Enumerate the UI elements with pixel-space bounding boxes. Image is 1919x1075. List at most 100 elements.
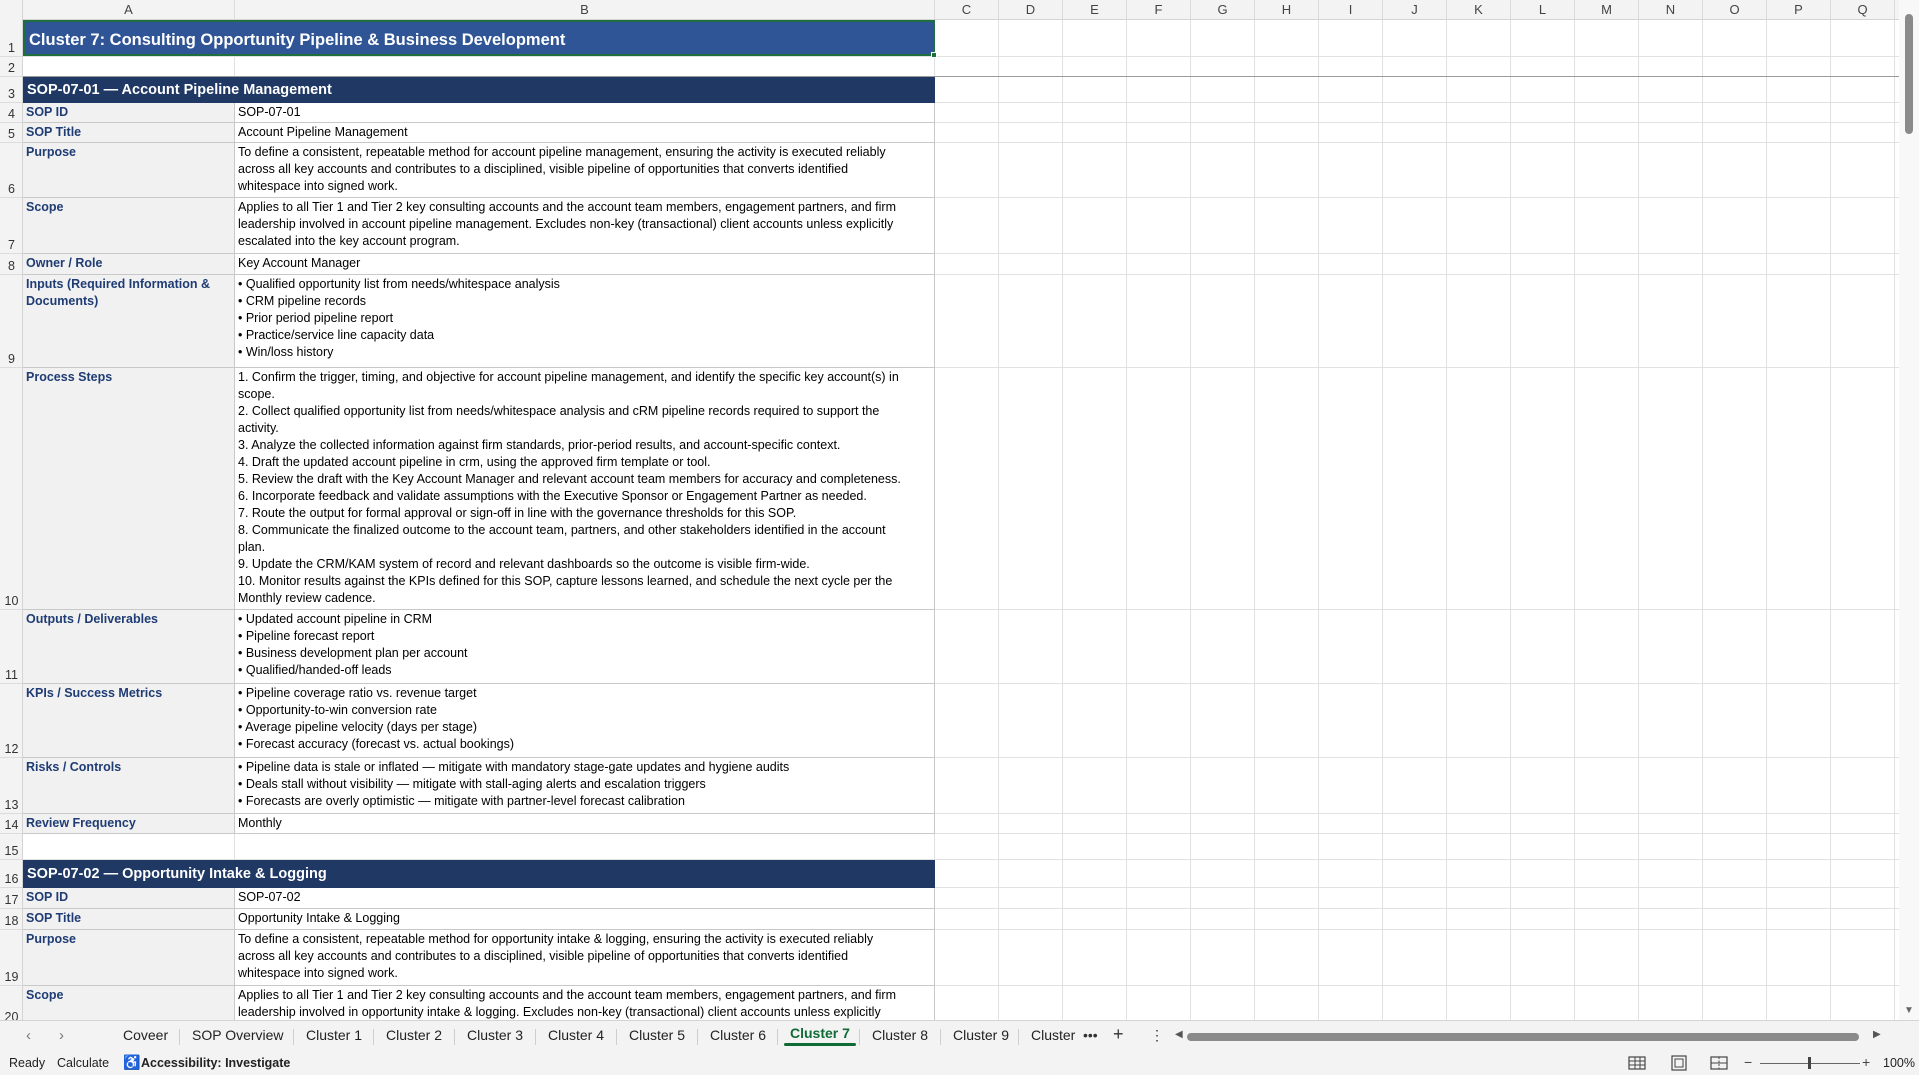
sheet-tab-cluster-3[interactable]: Cluster 3 xyxy=(467,1027,523,1043)
sop-section-header[interactable]: SOP-07-02 — Opportunity Intake & Logging xyxy=(23,860,935,888)
row-header-10[interactable]: 10 xyxy=(0,368,22,610)
sheet-tab-cluster-1[interactable]: Cluster 1 xyxy=(306,1027,362,1043)
sheet-tab-sop-overview[interactable]: SOP Overview xyxy=(192,1027,284,1043)
value-sop-title[interactable]: Opportunity Intake & Logging xyxy=(235,909,935,930)
row-header-6[interactable]: 6 xyxy=(0,143,22,198)
sop-section-header[interactable]: SOP-07-01 — Account Pipeline Management xyxy=(23,77,935,103)
vertical-scroll-thumb[interactable] xyxy=(1905,14,1913,134)
label-sop-id[interactable]: SOP ID xyxy=(23,888,235,909)
vertical-scrollbar[interactable]: ▼ xyxy=(1899,0,1919,1020)
sheet-options-icon[interactable]: ⋮ xyxy=(1150,1027,1164,1044)
status-calculate[interactable]: Calculate xyxy=(57,1056,109,1070)
row-header-20[interactable]: 20 xyxy=(0,986,22,1020)
label-scope[interactable]: Scope xyxy=(23,986,235,1020)
scroll-left-arrow-icon[interactable]: ◀ xyxy=(1175,1029,1183,1040)
value-kpis[interactable]: • Pipeline coverage ratio vs. revenue ta… xyxy=(235,684,935,758)
row-header-7[interactable]: 7 xyxy=(0,198,22,254)
column-header-j[interactable]: J xyxy=(1383,0,1447,20)
label-purpose[interactable]: Purpose xyxy=(23,930,235,986)
row-header-2[interactable]: 2 xyxy=(0,57,22,77)
label-process-steps[interactable]: Process Steps xyxy=(23,368,235,610)
column-header-e[interactable]: E xyxy=(1063,0,1127,20)
scroll-right-arrow-icon[interactable]: ▶ xyxy=(1873,1029,1881,1040)
row-header-18[interactable]: 18 xyxy=(0,909,22,930)
column-header-k[interactable]: K xyxy=(1447,0,1511,20)
column-header-i[interactable]: I xyxy=(1319,0,1383,20)
column-header-l[interactable]: L xyxy=(1511,0,1575,20)
column-header-o[interactable]: O xyxy=(1703,0,1767,20)
label-outputs[interactable]: Outputs / Deliverables xyxy=(23,610,235,684)
scroll-down-arrow-icon[interactable]: ▼ xyxy=(1904,1005,1914,1016)
zoom-out-icon[interactable]: − xyxy=(1744,1054,1752,1070)
row-header-8[interactable]: 8 xyxy=(0,254,22,275)
label-review-frequency[interactable]: Review Frequency xyxy=(23,814,235,834)
sheet-tab-cluster-7[interactable]: Cluster 7 xyxy=(784,1025,856,1046)
sheet-tab-cluster-4[interactable]: Cluster 4 xyxy=(548,1027,604,1043)
label-kpis[interactable]: KPIs / Success Metrics xyxy=(23,684,235,758)
row-header-16[interactable]: 16 xyxy=(0,860,22,888)
row-header-9[interactable]: 9 xyxy=(0,275,22,368)
select-all-corner[interactable] xyxy=(0,0,23,20)
value-risks[interactable]: • Pipeline data is stale or inflated — m… xyxy=(235,758,935,814)
value-inputs[interactable]: • Qualified opportunity list from needs/… xyxy=(235,275,935,368)
label-risks[interactable]: Risks / Controls xyxy=(23,758,235,814)
fill-handle[interactable] xyxy=(931,52,937,58)
horizontal-scrollbar[interactable]: ◀ ▶ xyxy=(1175,1029,1885,1044)
tab-prev-arrow-icon[interactable]: ‹ xyxy=(26,1027,31,1044)
normal-view-icon[interactable] xyxy=(1628,1055,1648,1071)
column-header-p[interactable]: P xyxy=(1767,0,1831,20)
horizontal-scroll-thumb[interactable] xyxy=(1187,1033,1859,1041)
sheet-tab-cluster-9[interactable]: Cluster 9 xyxy=(953,1027,1009,1043)
column-header-f[interactable]: F xyxy=(1127,0,1191,20)
value-scope[interactable]: Applies to all Tier 1 and Tier 2 key con… xyxy=(235,198,935,254)
status-accessibility[interactable]: Accessibility: Investigate xyxy=(141,1056,290,1070)
page-break-view-icon[interactable] xyxy=(1710,1055,1730,1071)
value-purpose[interactable]: To define a consistent, repeatable metho… xyxy=(235,143,935,198)
column-header-g[interactable]: G xyxy=(1191,0,1255,20)
zoom-slider[interactable] xyxy=(1760,1057,1860,1069)
sheet-title-cell[interactable]: Cluster 7: Consulting Opportunity Pipeli… xyxy=(23,20,935,56)
column-header-q[interactable]: Q xyxy=(1831,0,1895,20)
zoom-level[interactable]: 100% xyxy=(1883,1056,1915,1070)
label-purpose[interactable]: Purpose xyxy=(23,143,235,198)
row-header-12[interactable]: 12 xyxy=(0,684,22,758)
column-header-m[interactable]: M xyxy=(1575,0,1639,20)
label-owner[interactable]: Owner / Role xyxy=(23,254,235,275)
sheet-tab-cluster[interactable]: Cluster xyxy=(1031,1027,1075,1043)
accessibility-icon[interactable]: ♿ xyxy=(123,1054,140,1071)
row-header-1[interactable]: 1 xyxy=(0,20,22,57)
worksheet-grid[interactable]: Cluster 7: Consulting Opportunity Pipeli… xyxy=(23,20,1899,1020)
sheet-tab-cluster-6[interactable]: Cluster 6 xyxy=(710,1027,766,1043)
label-scope[interactable]: Scope xyxy=(23,198,235,254)
row-header-5[interactable]: 5 xyxy=(0,123,22,143)
value-sop-title[interactable]: Account Pipeline Management xyxy=(235,123,935,143)
column-header-d[interactable]: D xyxy=(999,0,1063,20)
value-outputs[interactable]: • Updated account pipeline in CRM • Pipe… xyxy=(235,610,935,684)
value-sop-id[interactable]: SOP-07-01 xyxy=(235,103,935,123)
label-inputs[interactable]: Inputs (Required Information & Documents… xyxy=(23,275,235,368)
row-header-13[interactable]: 13 xyxy=(0,758,22,814)
sheet-tab-cluster-5[interactable]: Cluster 5 xyxy=(629,1027,685,1043)
label-sop-id[interactable]: SOP ID xyxy=(23,103,235,123)
value-owner[interactable]: Key Account Manager xyxy=(235,254,935,275)
row-header-15[interactable]: 15 xyxy=(0,834,22,860)
sheet-tab-coveer[interactable]: Coveer xyxy=(123,1027,168,1043)
column-header-c[interactable]: C xyxy=(935,0,999,20)
column-header-h[interactable]: H xyxy=(1255,0,1319,20)
value-review-frequency[interactable]: Monthly xyxy=(235,814,935,834)
value-scope[interactable]: Applies to all Tier 1 and Tier 2 key con… xyxy=(235,986,935,1020)
label-sop-title[interactable]: SOP Title xyxy=(23,909,235,930)
add-sheet-icon[interactable]: + xyxy=(1113,1024,1124,1045)
zoom-in-icon[interactable]: + xyxy=(1862,1054,1870,1070)
more-tabs-icon[interactable]: ••• xyxy=(1083,1027,1098,1043)
row-header-11[interactable]: 11 xyxy=(0,610,22,684)
value-purpose[interactable]: To define a consistent, repeatable metho… xyxy=(235,930,935,986)
value-process-steps[interactable]: 1. Confirm the trigger, timing, and obje… xyxy=(235,368,935,610)
sheet-tab-cluster-2[interactable]: Cluster 2 xyxy=(386,1027,442,1043)
row-header-17[interactable]: 17 xyxy=(0,888,22,909)
value-sop-id[interactable]: SOP-07-02 xyxy=(235,888,935,909)
zoom-slider-knob[interactable] xyxy=(1808,1057,1811,1069)
sheet-tab-cluster-8[interactable]: Cluster 8 xyxy=(872,1027,928,1043)
tab-next-arrow-icon[interactable]: › xyxy=(59,1027,64,1044)
column-header-a[interactable]: A xyxy=(23,0,235,20)
